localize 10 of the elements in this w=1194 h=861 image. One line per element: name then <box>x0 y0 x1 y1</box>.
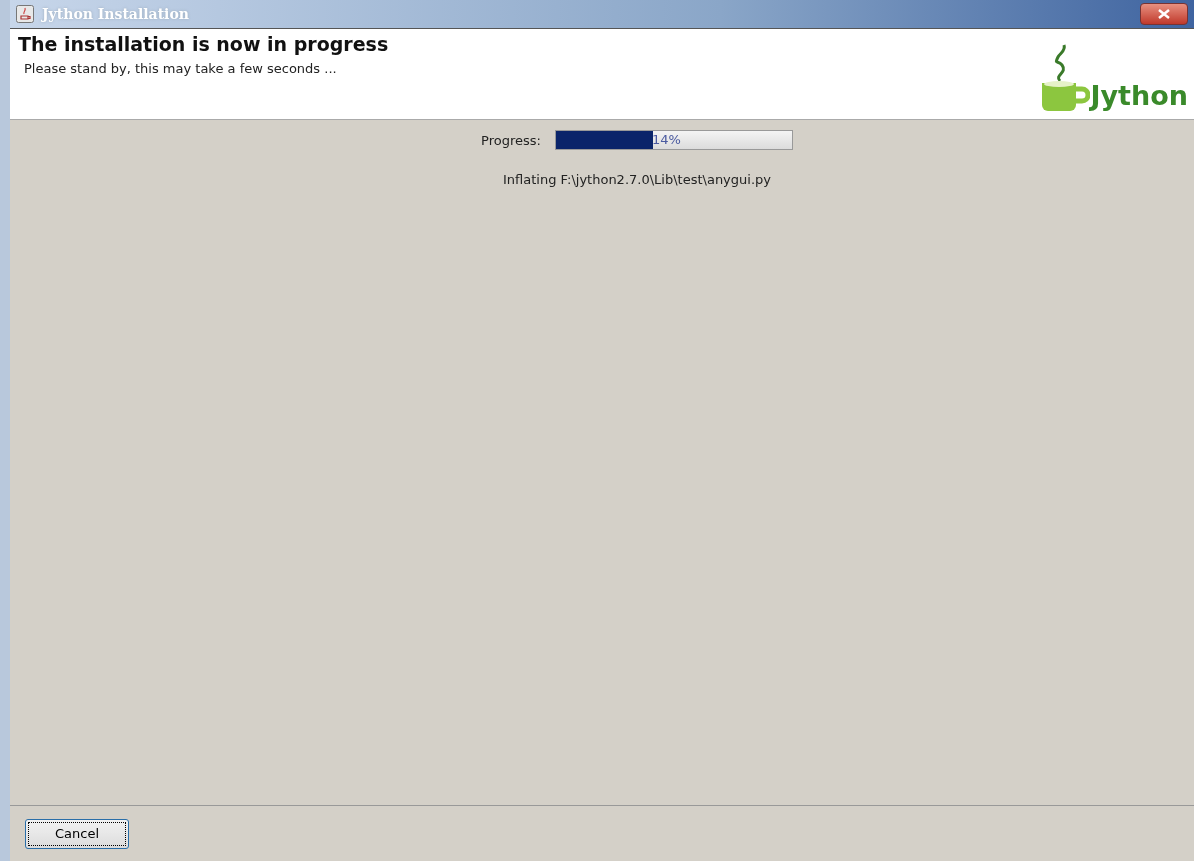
window-title: Jython Installation <box>42 6 189 22</box>
status-text: Inflating F:\jython2.7.0\Lib\test\anygui.py <box>503 172 771 187</box>
close-button[interactable] <box>1140 3 1188 25</box>
cancel-button[interactable]: Cancel <box>25 818 129 849</box>
header-subtitle: Please stand by, this may take a few seconds ... <box>23 61 338 76</box>
logo-text: Jython <box>1090 80 1188 111</box>
close-icon <box>1158 9 1170 19</box>
progress-label: Progress: <box>481 132 541 148</box>
progress-reading: 14% <box>651 132 681 147</box>
header-title: The installation is now in progress <box>18 33 389 55</box>
